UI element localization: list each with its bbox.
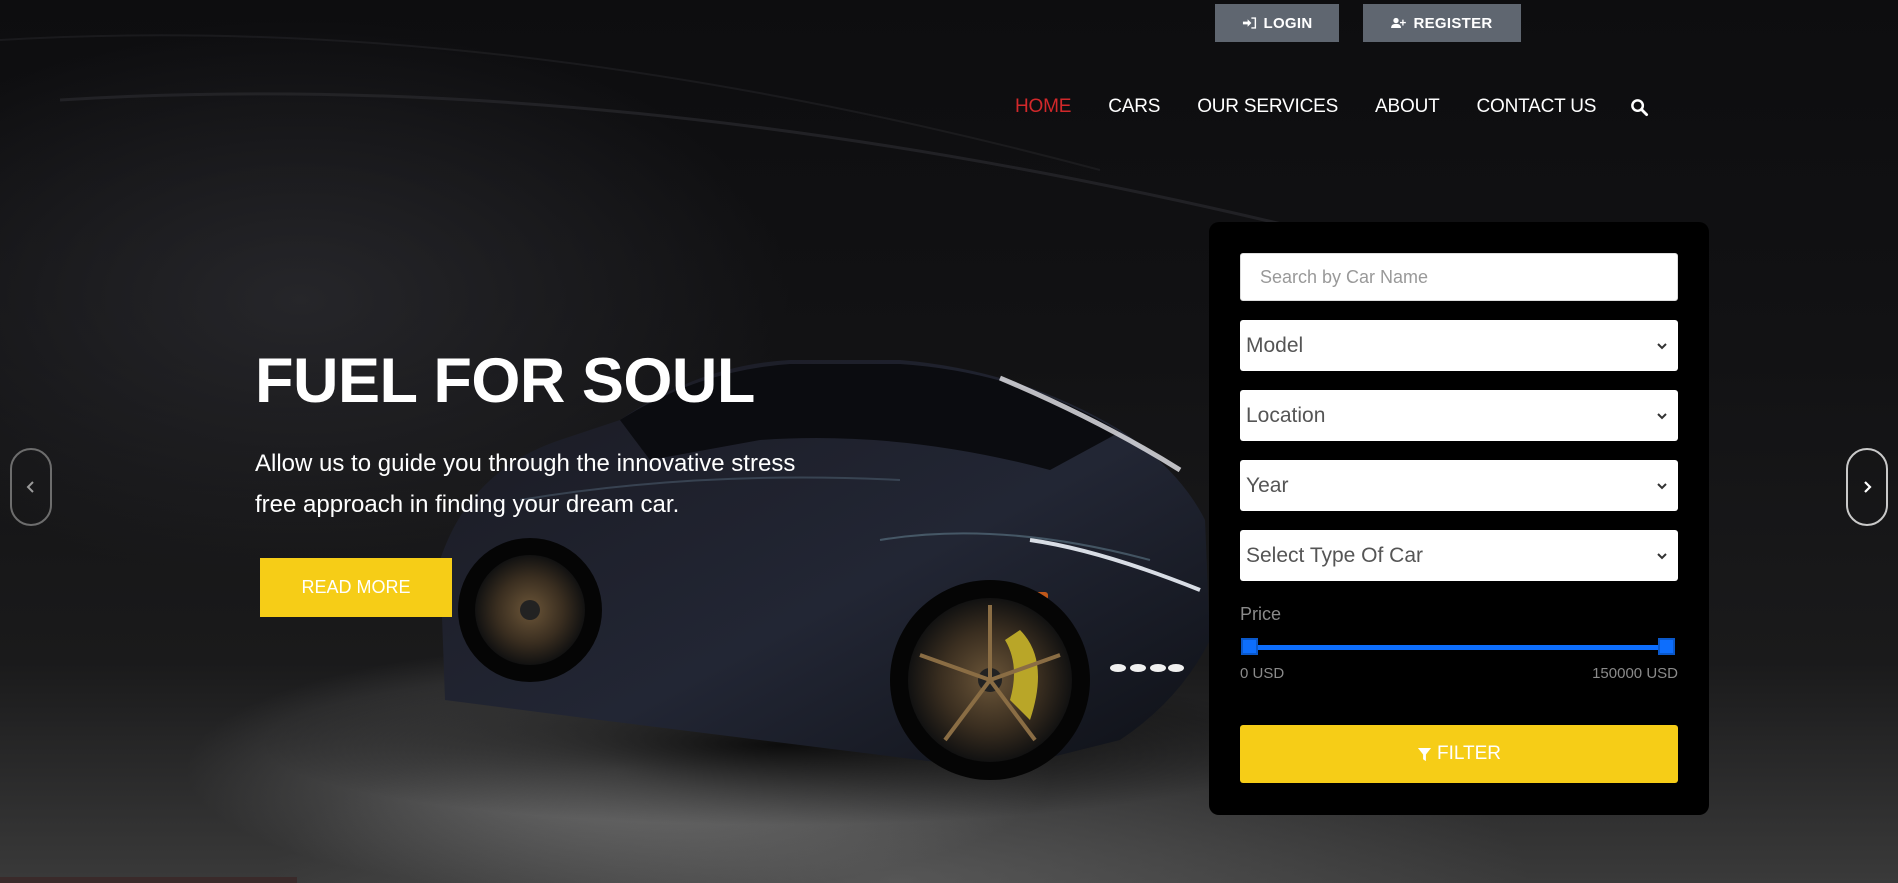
chevron-left-icon <box>26 481 34 493</box>
year-select[interactable]: Year <box>1240 460 1678 511</box>
chevron-down-icon <box>1657 482 1667 489</box>
carousel-next-button[interactable] <box>1846 448 1888 526</box>
price-min-value: 0 USD <box>1240 665 1285 682</box>
sign-in-icon <box>1242 17 1256 29</box>
model-select[interactable]: Model <box>1240 320 1678 371</box>
price-label: Price <box>1240 604 1282 624</box>
register-label: REGISTER <box>1413 14 1493 32</box>
price-range-track[interactable] <box>1248 645 1668 650</box>
price-max-value: 150000 USD <box>1592 665 1678 682</box>
car-search-panel: Search by Car Name Model Location Year S… <box>1209 222 1709 815</box>
filter-label: FILTER <box>1436 743 1502 764</box>
hero-description: Allow us to guide you through the innova… <box>255 450 796 518</box>
register-button[interactable]: REGISTER <box>1363 4 1521 42</box>
filter-icon <box>1417 747 1432 761</box>
read-more-button[interactable]: READ MORE <box>260 558 452 617</box>
user-plus-icon <box>1391 17 1407 28</box>
login-label: LOGIN <box>1263 14 1313 32</box>
car-type-select-value: Select Type Of Car <box>1246 543 1424 567</box>
carousel-prev-button[interactable] <box>10 448 52 526</box>
page-progress-bar <box>0 877 297 883</box>
search-car-name-placeholder: Search by Car Name <box>1260 266 1429 287</box>
main-nav: HOME CARS OUR SERVICES ABOUT CONTACT US <box>1015 96 1649 118</box>
chevron-right-icon <box>1864 481 1872 493</box>
nav-item-our-services[interactable]: OUR SERVICES <box>1197 96 1338 118</box>
nav-search-button[interactable] <box>1630 98 1649 117</box>
price-min-handle[interactable] <box>1241 638 1258 655</box>
login-button[interactable]: LOGIN <box>1215 4 1339 42</box>
nav-item-home[interactable]: HOME <box>1015 96 1071 118</box>
search-car-name-input[interactable]: Search by Car Name <box>1240 253 1678 301</box>
chevron-down-icon <box>1657 412 1667 419</box>
hero-section: LOGIN REGISTER HOME CARS OUR SERVICES AB… <box>0 0 1898 883</box>
car-type-select[interactable]: Select Type Of Car <box>1240 530 1678 581</box>
hero-title: FUEL FOR SOUL <box>255 346 755 416</box>
search-icon <box>1631 98 1649 116</box>
chevron-down-icon <box>1657 552 1667 559</box>
filter-button[interactable]: FILTER <box>1240 725 1678 783</box>
nav-item-contact-us[interactable]: CONTACT US <box>1477 96 1597 118</box>
location-select[interactable]: Location <box>1240 390 1678 441</box>
model-select-value: Model <box>1246 333 1304 357</box>
nav-item-about[interactable]: ABOUT <box>1375 96 1440 118</box>
chevron-down-icon <box>1657 342 1667 349</box>
year-select-value: Year <box>1246 473 1289 497</box>
price-max-handle[interactable] <box>1658 638 1675 655</box>
nav-item-cars[interactable]: CARS <box>1108 96 1160 118</box>
location-select-value: Location <box>1246 403 1326 427</box>
